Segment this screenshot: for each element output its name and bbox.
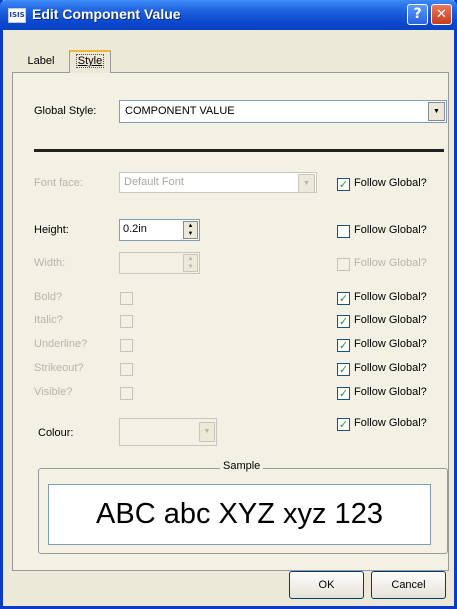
italic-follow-checkbox[interactable]: ✓ [337, 315, 350, 328]
spin-up-icon[interactable]: ▲ [184, 222, 197, 230]
strikeout-follow-checkbox[interactable]: ✓ [337, 363, 350, 376]
cancel-button[interactable]: Cancel [371, 571, 446, 599]
title-bar[interactable]: ISIS Edit Component Value ? ✕ [0, 0, 457, 30]
tab-style-label: Style [75, 54, 105, 68]
height-follow-label: Follow Global? [354, 224, 427, 236]
ok-button[interactable]: OK [289, 571, 364, 599]
chevron-down-icon[interactable]: ▼ [428, 102, 445, 121]
underline-label: Underline? [34, 338, 88, 350]
strikeout-label: Strikeout? [34, 362, 84, 374]
strikeout-checkbox[interactable] [120, 363, 133, 376]
close-button[interactable]: ✕ [431, 4, 452, 25]
height-spin-buttons[interactable]: ▲ ▼ [183, 221, 198, 239]
font-face-label: Font face: [34, 177, 83, 189]
app-icon: ISIS [8, 8, 26, 23]
height-value: 0.2in [123, 223, 147, 235]
help-button[interactable]: ? [407, 4, 428, 25]
font-face-follow-checkbox[interactable]: ✓ [337, 178, 350, 191]
font-face-follow-label: Follow Global? [354, 177, 427, 189]
width-follow-checkbox[interactable] [337, 258, 350, 271]
global-style-dropdown[interactable]: COMPONENT VALUE ▼ [119, 100, 447, 123]
visible-follow-label: Follow Global? [354, 386, 427, 398]
spin-up-icon[interactable]: ▲ [184, 255, 197, 263]
sample-caption: Sample [220, 460, 264, 472]
width-spinbox[interactable]: ▲ ▼ [119, 252, 200, 274]
spin-down-icon[interactable]: ▼ [184, 263, 197, 271]
height-spinbox[interactable]: 0.2in ▲ ▼ [119, 219, 200, 241]
bold-checkbox[interactable] [120, 292, 133, 305]
italic-checkbox[interactable] [120, 315, 133, 328]
chevron-down-icon[interactable]: ▼ [298, 174, 315, 193]
tab-style[interactable]: Style [69, 50, 111, 73]
sample-preview: ABC abc XYZ xyz 123 [48, 484, 431, 545]
underline-follow-label: Follow Global? [354, 338, 427, 350]
italic-follow-label: Follow Global? [354, 314, 427, 326]
height-label: Height: [34, 224, 69, 236]
strikeout-follow-label: Follow Global? [354, 362, 427, 374]
edit-component-value-dialog: ISIS Edit Component Value ? ✕ Label Styl… [0, 0, 457, 609]
height-follow-checkbox[interactable] [337, 225, 350, 238]
bold-follow-checkbox[interactable]: ✓ [337, 292, 350, 305]
underline-follow-checkbox[interactable]: ✓ [337, 339, 350, 352]
bold-follow-label: Follow Global? [354, 291, 427, 303]
colour-follow-label: Follow Global? [354, 417, 427, 429]
font-face-dropdown[interactable]: Default Font ▼ [119, 172, 317, 193]
spin-down-icon[interactable]: ▼ [184, 230, 197, 238]
window-title: Edit Component Value [32, 6, 181, 22]
visible-label: Visible? [34, 386, 73, 398]
font-face-value: Default Font [124, 176, 184, 188]
colour-label: Colour: [38, 427, 74, 439]
width-label: Width: [34, 257, 66, 269]
width-follow-label: Follow Global? [354, 257, 427, 269]
colour-follow-checkbox[interactable]: ✓ [337, 418, 350, 431]
colour-picker[interactable]: ▼ [119, 418, 217, 446]
bold-label: Bold? [34, 291, 63, 303]
underline-checkbox[interactable] [120, 339, 133, 352]
global-style-label: Global Style: [34, 105, 97, 117]
visible-follow-checkbox[interactable]: ✓ [337, 387, 350, 400]
global-style-value: COMPONENT VALUE [125, 105, 235, 117]
chevron-down-icon[interactable]: ▼ [199, 422, 215, 442]
width-spin-buttons[interactable]: ▲ ▼ [183, 254, 198, 272]
italic-label: Italic? [34, 314, 63, 326]
visible-checkbox[interactable] [120, 387, 133, 400]
separator [34, 149, 444, 152]
tab-label[interactable]: Label [15, 52, 67, 72]
